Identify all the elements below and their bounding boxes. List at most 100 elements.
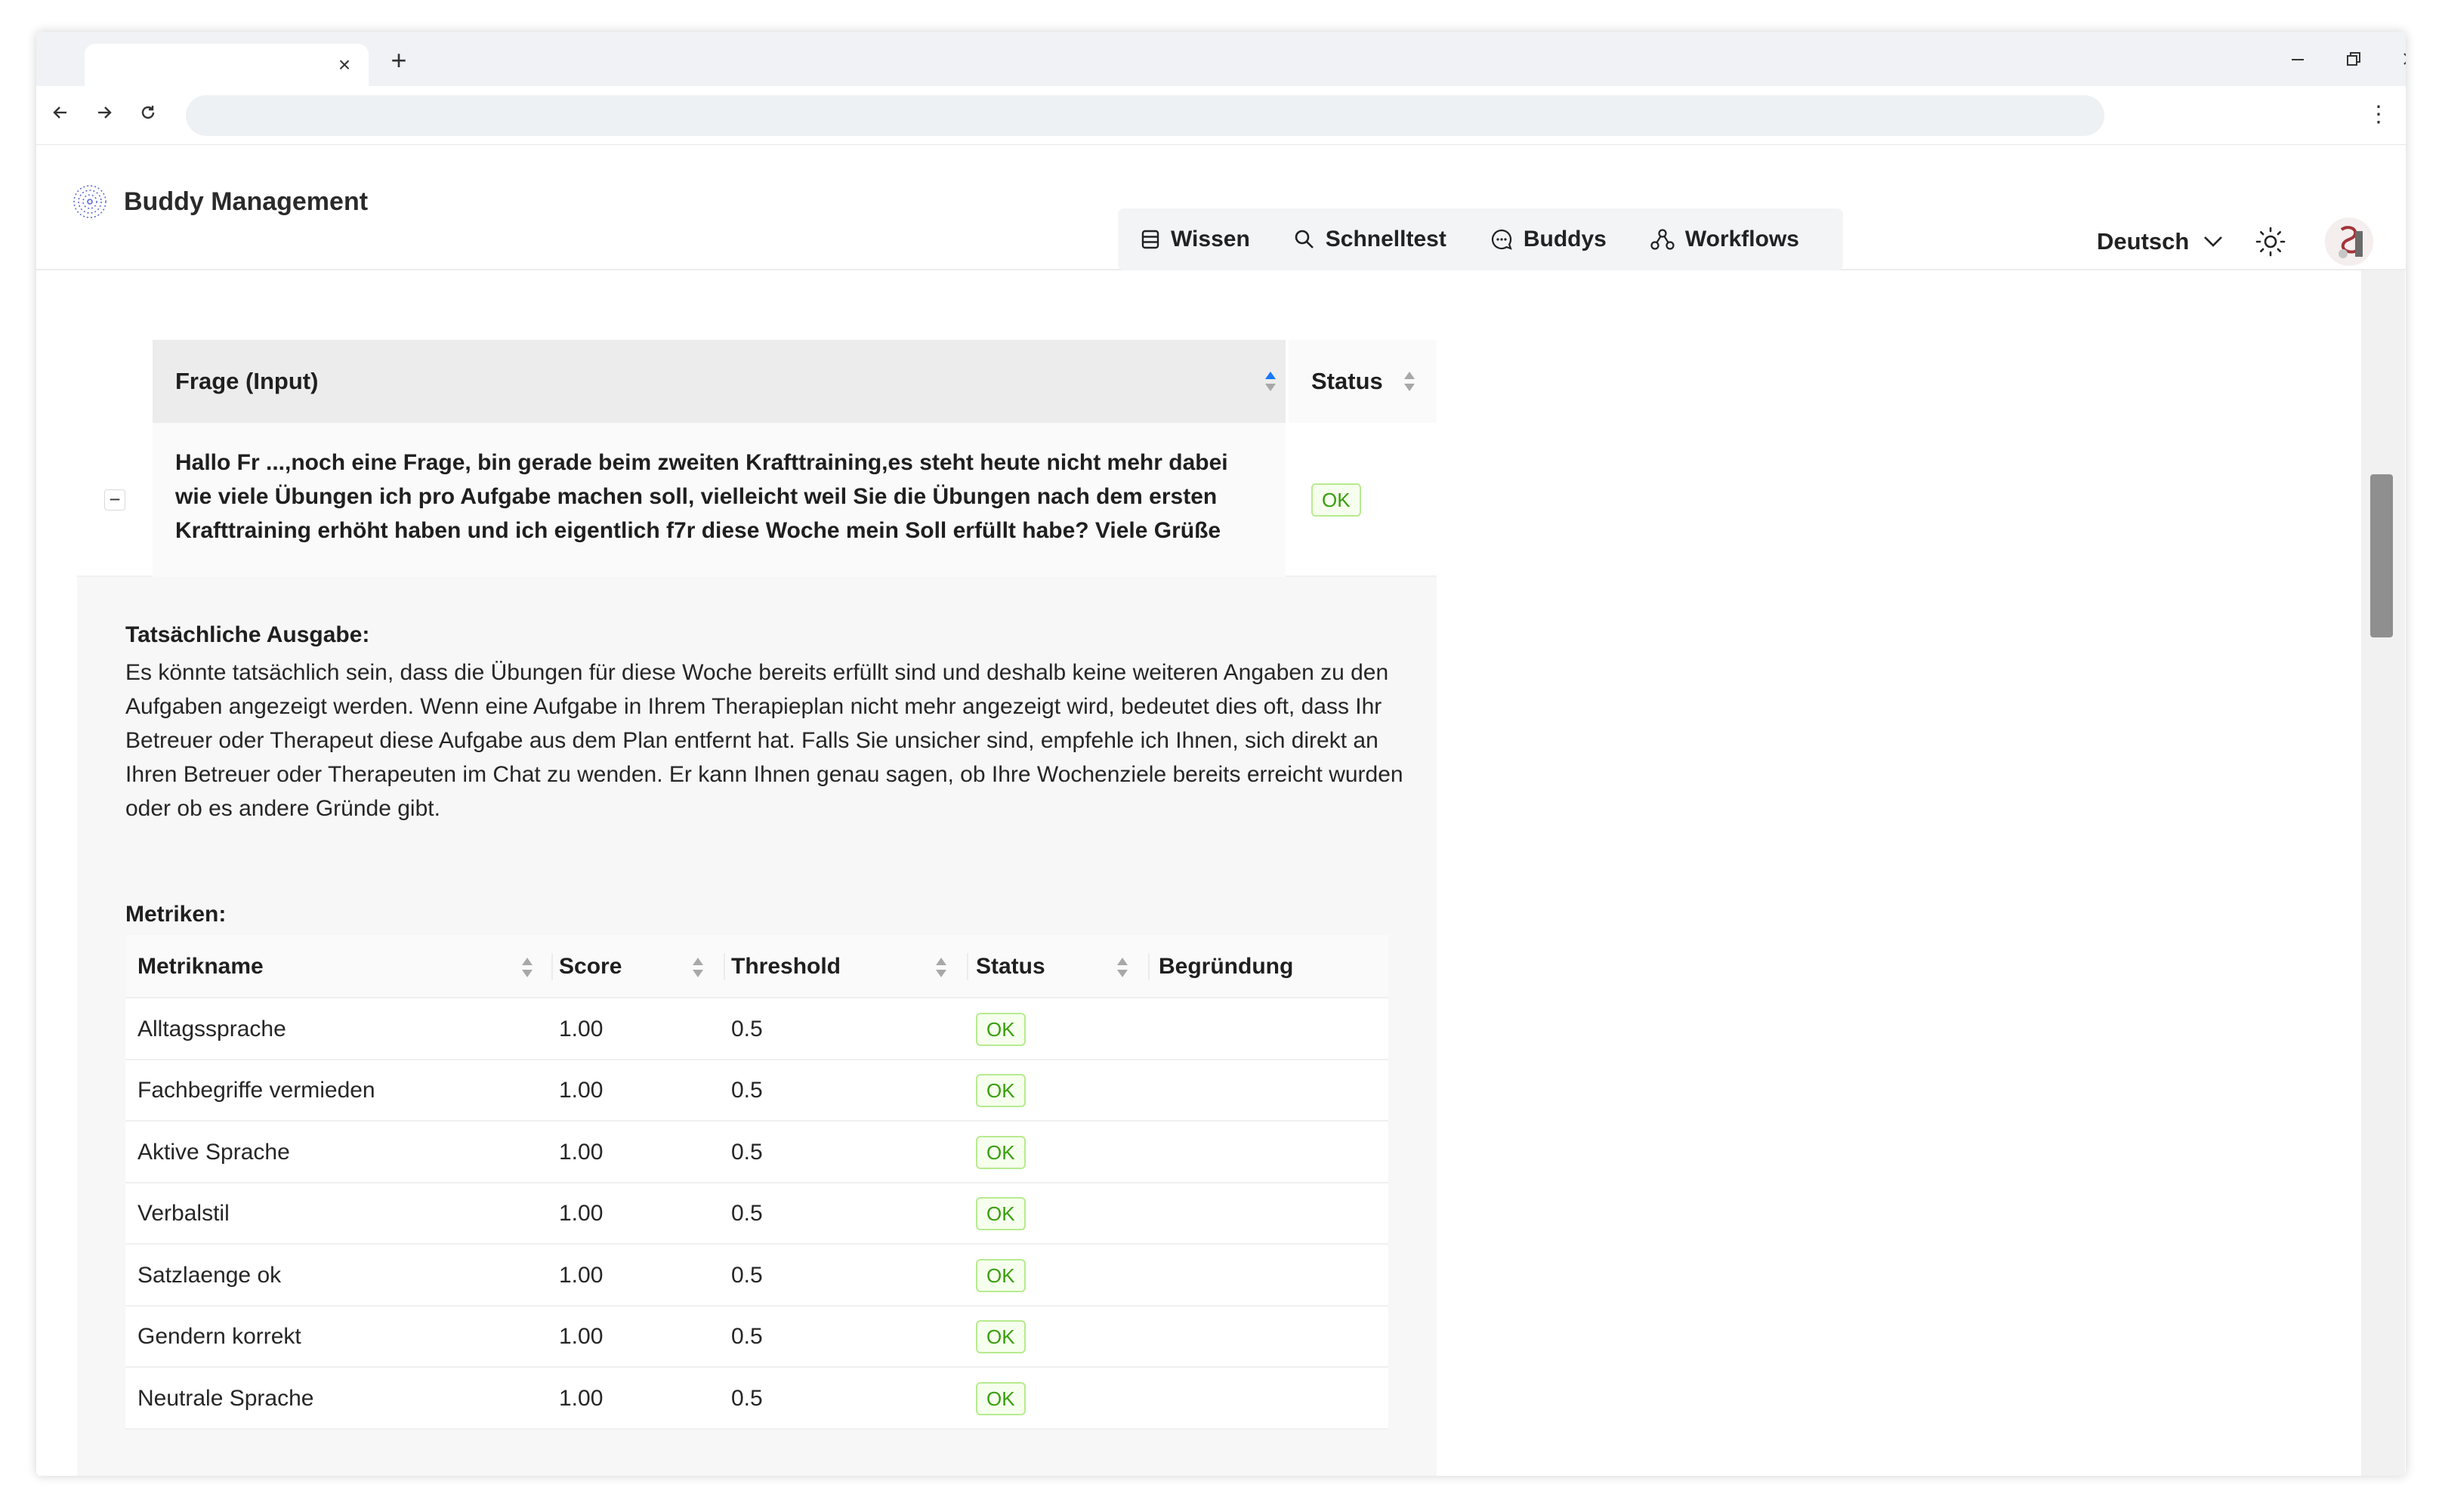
nav-item-buddys[interactable]: Buddys bbox=[1490, 227, 1607, 252]
database-icon bbox=[1141, 230, 1159, 249]
metric-row: Aktive Sprache 1.00 0.5 OK bbox=[125, 1122, 1388, 1183]
restore-icon[interactable] bbox=[2339, 45, 2369, 76]
column-divider bbox=[1148, 953, 1150, 980]
metric-score: 1.00 bbox=[559, 1139, 604, 1165]
metric-header-threshold-label: Threshold bbox=[731, 954, 841, 979]
metric-score: 1.00 bbox=[559, 1262, 604, 1288]
question-cell: Hallo Fr ...,noch eine Frage, bin gerade… bbox=[153, 423, 1286, 577]
expanded-row-detail: Tatsächliche Ausgabe: Es könnte tatsächl… bbox=[77, 577, 1437, 1476]
metric-threshold: 0.5 bbox=[731, 1385, 763, 1411]
metric-threshold: 0.5 bbox=[731, 1016, 763, 1041]
browser-menu-icon[interactable]: ⋮ bbox=[2363, 100, 2394, 130]
nav-item-workflows[interactable]: Workflows bbox=[1650, 227, 1799, 252]
close-tab-icon[interactable]: × bbox=[331, 51, 358, 79]
address-bar[interactable] bbox=[186, 95, 2104, 136]
metric-status-badge: OK bbox=[976, 1135, 1026, 1169]
metric-row: Gendern korrekt 1.00 0.5 OK bbox=[125, 1307, 1388, 1368]
sort-icon[interactable] bbox=[1115, 955, 1130, 980]
main-content: Frage (Input) Status − Hallo Fr ...,noch… bbox=[36, 270, 2361, 1476]
metrics-table-header: Metrikname Score Threshold Status Begrün… bbox=[125, 935, 1388, 998]
metric-threshold: 0.5 bbox=[731, 1324, 763, 1350]
reload-icon[interactable] bbox=[133, 100, 163, 130]
metric-score: 1.00 bbox=[559, 1078, 604, 1103]
metric-name: Gendern korrekt bbox=[137, 1324, 301, 1350]
metric-threshold: 0.5 bbox=[731, 1078, 763, 1103]
metric-score: 1.00 bbox=[559, 1201, 604, 1227]
sort-icon[interactable] bbox=[520, 955, 535, 980]
metric-name: Satzlaenge ok bbox=[137, 1262, 282, 1288]
metric-status-badge: OK bbox=[976, 1074, 1026, 1108]
collapse-row-button[interactable]: − bbox=[104, 489, 125, 511]
metric-status-badge: OK bbox=[976, 1258, 1026, 1292]
metric-threshold: 0.5 bbox=[731, 1262, 763, 1288]
metric-row: Neutrale Sprache 1.00 0.5 OK bbox=[125, 1368, 1388, 1430]
scrollbar-thumb[interactable] bbox=[2370, 474, 2393, 637]
status-badge: OK bbox=[1311, 483, 1361, 517]
chevron-down-icon bbox=[2204, 236, 2223, 247]
metrics-table: Metrikname Score Threshold Status Begrün… bbox=[125, 935, 1388, 1430]
chat-bubble-icon bbox=[1491, 229, 1512, 250]
metric-header-name-label: Metrikname bbox=[137, 954, 264, 979]
browser-toolbar: ⋮ bbox=[36, 86, 2406, 145]
new-tab-button[interactable]: + bbox=[384, 45, 414, 76]
metric-name: Alltagssprache bbox=[137, 1016, 286, 1041]
column-divider bbox=[967, 953, 968, 980]
metric-status-badge: OK bbox=[976, 1320, 1026, 1354]
nav-item-wissen[interactable]: Wissen bbox=[1141, 227, 1250, 252]
metric-name: Fachbegriffe vermieden bbox=[137, 1078, 375, 1103]
metric-header-reason: Begründung bbox=[1159, 935, 1293, 998]
metric-score: 1.00 bbox=[559, 1385, 604, 1411]
nav-label-schnelltest: Schnelltest bbox=[1325, 227, 1446, 251]
metric-header-score[interactable]: Score bbox=[559, 935, 622, 998]
metric-header-score-label: Score bbox=[559, 954, 622, 979]
metric-row: Alltagssprache 1.00 0.5 OK bbox=[125, 998, 1388, 1060]
metric-row: Verbalstil 1.00 0.5 OK bbox=[125, 1183, 1388, 1245]
vertical-scrollbar[interactable] bbox=[2361, 270, 2405, 1476]
metrics-label: Metriken: bbox=[125, 902, 227, 927]
metric-threshold: 0.5 bbox=[731, 1139, 763, 1165]
table-row[interactable]: − Hallo Fr ...,noch eine Frage, bin gera… bbox=[77, 423, 1437, 577]
column-divider bbox=[724, 953, 725, 980]
tab-bar: × + bbox=[36, 32, 2406, 86]
user-avatar[interactable] bbox=[2325, 218, 2373, 266]
language-select[interactable]: Deutsch bbox=[2097, 228, 2224, 255]
metric-status-badge: OK bbox=[976, 1381, 1026, 1415]
metric-header-name[interactable]: Metrikname bbox=[137, 935, 264, 998]
column-header-status-label: Status bbox=[1311, 368, 1383, 394]
metric-threshold: 0.5 bbox=[731, 1201, 763, 1227]
sort-active-icon[interactable] bbox=[1263, 369, 1278, 394]
metric-header-status-label: Status bbox=[976, 954, 1045, 979]
metric-score: 1.00 bbox=[559, 1016, 604, 1041]
back-icon[interactable] bbox=[45, 100, 76, 130]
minimize-icon[interactable] bbox=[2283, 45, 2313, 76]
nav-item-schnelltest[interactable]: Schnelltest bbox=[1294, 227, 1446, 252]
output-text: Es könnte tatsächlich sein, dass die Übu… bbox=[125, 660, 1403, 821]
metric-header-threshold[interactable]: Threshold bbox=[731, 935, 841, 998]
app-header: Buddy Management Wissen Schnelltest Budd… bbox=[36, 145, 2406, 270]
table-header: Frage (Input) Status bbox=[77, 340, 1437, 423]
metric-header-status[interactable]: Status bbox=[976, 935, 1045, 998]
metric-score: 1.00 bbox=[559, 1324, 604, 1350]
sort-icon[interactable] bbox=[690, 955, 705, 980]
nav-label-workflows: Workflows bbox=[1684, 227, 1799, 251]
browser-tab[interactable]: × bbox=[85, 44, 369, 86]
brand-logo-icon[interactable] bbox=[71, 183, 109, 221]
metric-row: Satzlaenge ok 1.00 0.5 OK bbox=[125, 1245, 1388, 1307]
forward-icon[interactable] bbox=[89, 100, 119, 130]
search-icon bbox=[1295, 230, 1314, 248]
close-window-icon[interactable] bbox=[2394, 45, 2406, 76]
sort-icon[interactable] bbox=[1402, 369, 1417, 394]
metric-name: Verbalstil bbox=[137, 1201, 230, 1227]
main-nav: Wissen Schnelltest Buddys Workflows bbox=[1118, 208, 1843, 270]
output-label: Tatsächliche Ausgabe: bbox=[125, 622, 370, 647]
language-label: Deutsch bbox=[2097, 228, 2190, 255]
metric-status-badge: OK bbox=[976, 1197, 1026, 1231]
column-header-question[interactable]: Frage (Input) bbox=[153, 340, 1286, 423]
sort-icon[interactable] bbox=[934, 955, 949, 980]
column-header-question-label: Frage (Input) bbox=[175, 368, 319, 394]
theme-toggle-sun-icon[interactable] bbox=[2254, 225, 2287, 258]
metric-row: Fachbegriffe vermieden 1.00 0.5 OK bbox=[125, 1060, 1388, 1122]
column-header-status[interactable]: Status bbox=[1289, 340, 1437, 423]
brand-title[interactable]: Buddy Management bbox=[124, 183, 368, 221]
metric-name: Aktive Sprache bbox=[137, 1139, 290, 1165]
